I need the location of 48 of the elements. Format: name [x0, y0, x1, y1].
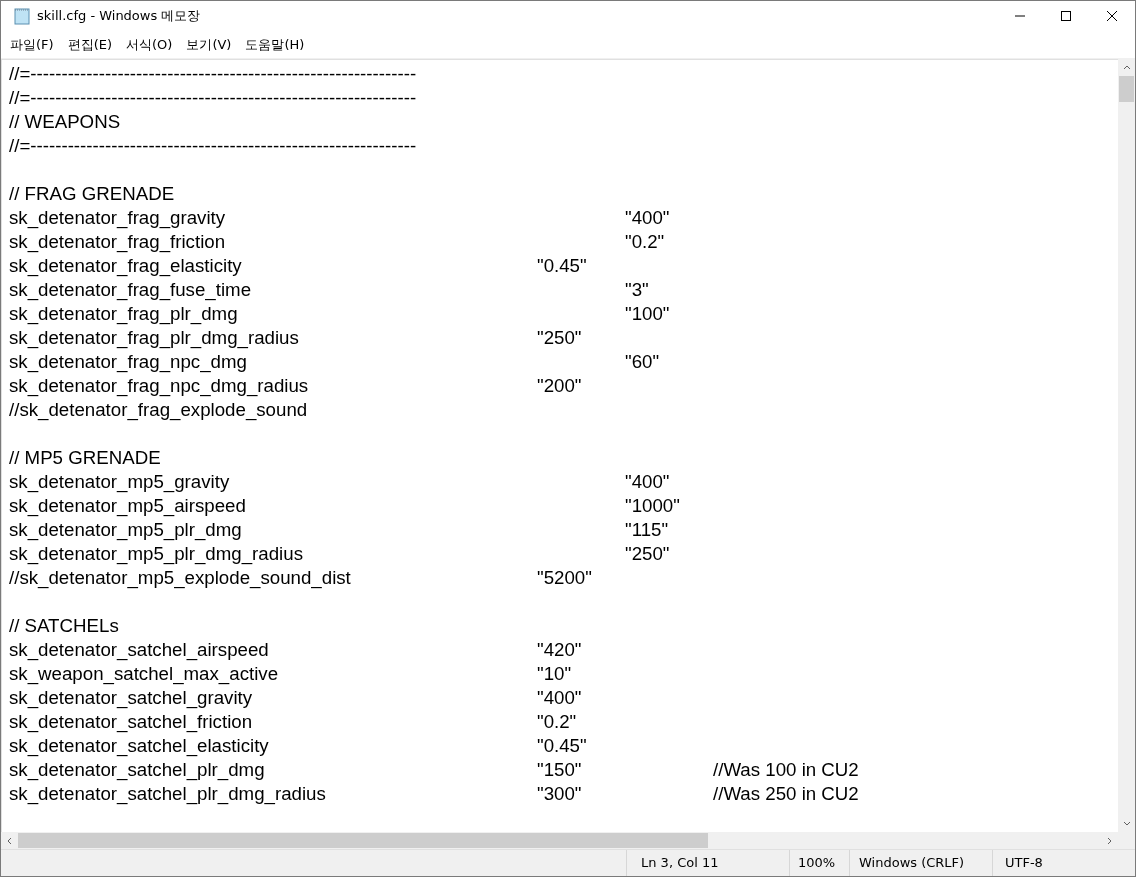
code-line: sk_detenator_satchel_elasticity "0.45": [9, 734, 587, 758]
code-line: sk_detenator_frag_npc_dmg "60": [9, 350, 660, 374]
code-line: //sk_detenator_frag_explode_sound: [9, 398, 308, 422]
code-line: //=--------------------------------------------------------------: [9, 62, 417, 86]
code-line: // FRAG GRENADE: [9, 182, 175, 206]
code-line: sk_detenator_mp5_gravity "400": [9, 470, 670, 494]
code-line: // SATCHELs: [9, 614, 119, 638]
window-title: skill.cfg - Windows 메모장: [37, 7, 201, 26]
code-line: sk_detenator_satchel_gravity "400": [9, 686, 582, 710]
code-line: //=--------------------------------------------------------------: [9, 134, 417, 158]
code-line: sk_detenator_frag_gravity "400": [9, 206, 670, 230]
code-line: sk_detenator_frag_npc_dmg_radius "200": [9, 374, 582, 398]
code-line: sk_detenator_frag_friction "0.2": [9, 230, 665, 254]
code-line: //sk_detenator_mp5_explode_sound_dist "5200": [9, 566, 592, 590]
code-line: sk_detenator_mp5_plr_dmg "115": [9, 518, 669, 542]
code-line: // WEAPONS: [9, 110, 121, 134]
close-icon[interactable]: [1107, 11, 1117, 21]
scrollbar-thumb[interactable]: [18, 833, 708, 848]
cursor-position: Ln 3, Col 11: [626, 850, 789, 876]
menu-item[interactable]: 도움말(H): [238, 33, 312, 56]
menu-item[interactable]: 파일(F): [3, 33, 61, 56]
menu-item[interactable]: 편집(E): [60, 33, 119, 56]
notepad-icon: [13, 7, 31, 25]
encoding: UTF-8: [992, 850, 1135, 876]
menu-item[interactable]: 서식(O): [119, 33, 180, 56]
code-line: // MP5 GRENADE: [9, 446, 161, 470]
code-line: sk_weapon_satchel_max_active "10": [9, 662, 572, 686]
code-line: sk_detenator_mp5_airspeed "1000": [9, 494, 680, 518]
horizontal-scrollbar[interactable]: [1, 832, 1118, 849]
menu-item[interactable]: 보기(V): [179, 33, 239, 56]
code-line: sk_detenator_mp5_plr_dmg_radius "250": [9, 542, 670, 566]
code-line: sk_detenator_satchel_airspeed "420": [9, 638, 582, 662]
scroll-right-icon[interactable]: [1106, 836, 1113, 845]
code-line: sk_detenator_satchel_plr_dmg "150" //Was 100 in CU2: [9, 758, 859, 782]
scroll-down-icon[interactable]: [1122, 820, 1131, 827]
scroll-left-icon[interactable]: [6, 836, 13, 845]
scroll-up-icon[interactable]: [1122, 64, 1131, 71]
code-line: sk_detenator_frag_plr_dmg_radius "250": [9, 326, 582, 350]
code-line: sk_detenator_frag_fuse_time "3": [9, 278, 649, 302]
code-line: sk_detenator_satchel_plr_dmg_radius "300" //Was 250 in CU2: [9, 782, 859, 806]
code-line: //=--------------------------------------------------------------: [9, 86, 417, 110]
maximize-icon[interactable]: [1061, 11, 1071, 21]
code-line: sk_detenator_frag_elasticity "0.45": [9, 254, 587, 278]
code-line: sk_detenator_satchel_friction "0.2": [9, 710, 577, 734]
line-ending: Windows (CRLF): [849, 850, 992, 876]
scrollbar-thumb[interactable]: [1119, 76, 1134, 102]
code-line: sk_detenator_frag_plr_dmg "100": [9, 302, 670, 326]
zoom-level: 100%: [789, 850, 849, 876]
